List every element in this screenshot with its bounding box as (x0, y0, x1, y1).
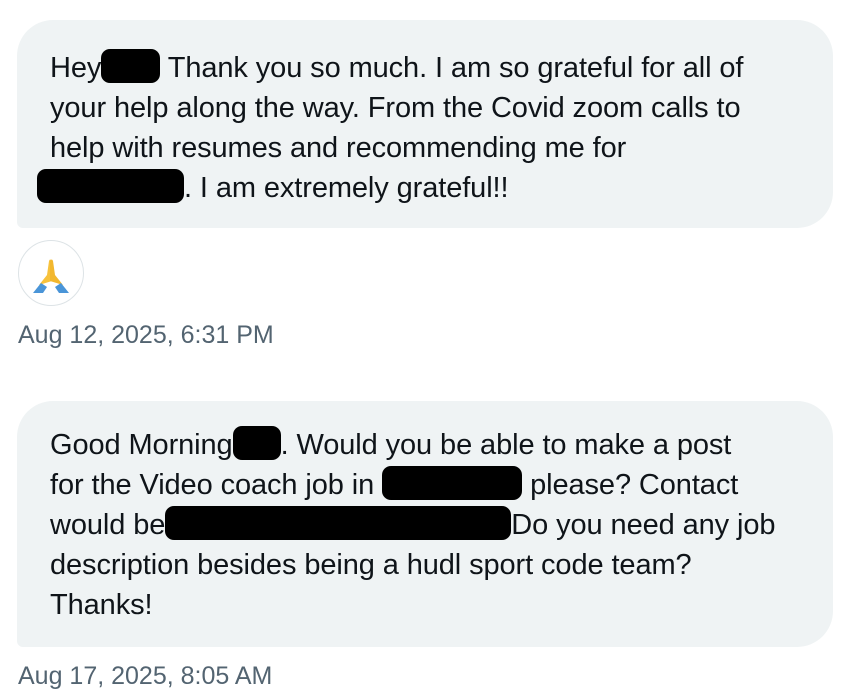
message-line: help with resumes and recommending me fo… (50, 132, 627, 164)
message-timestamp: Aug 12, 2025, 6:31 PM (18, 321, 274, 349)
message-bubble[interactable]: Good Morning . Would you be able to make … (17, 401, 833, 647)
message-line: for the Video coach job in please? Conta… (50, 465, 738, 505)
message-text: Hey (50, 52, 102, 84)
message-text: . Would you be able to make a post (280, 429, 732, 461)
reaction-badge[interactable] (18, 240, 84, 306)
message-text: please? Contact (530, 469, 739, 501)
message-bubble[interactable]: Hey Thank you so much. I am so grateful … (17, 20, 833, 228)
message-text: Good Morning (50, 429, 233, 461)
redaction-block (232, 426, 281, 460)
message-text: for the Video coach job in (50, 469, 375, 501)
message-text: Do you need any job (511, 509, 776, 541)
redaction-block (101, 49, 161, 83)
folded-hands-emoji-icon (33, 259, 69, 293)
redaction-block (37, 169, 184, 203)
message-line: description besides being a hudl sport c… (50, 549, 692, 581)
message-text: . I am extremely grateful!! (184, 172, 509, 204)
message-line: Good Morning . Would you be able to make … (50, 425, 731, 465)
message-text: Thank you so much. I am so grateful for … (160, 52, 744, 84)
message-line: would be Do you need any job (50, 505, 776, 545)
redaction-block (382, 466, 523, 500)
message-timestamp: Aug 17, 2025, 8:05 AM (18, 662, 273, 690)
message-line: Thanks! (50, 589, 153, 621)
message-line: your help along the way. From the Covid … (50, 92, 741, 124)
redaction-block (165, 506, 512, 540)
message-text: would be (50, 509, 166, 541)
message-line: Hey Thank you so much. I am so grateful … (50, 48, 743, 88)
message-line: . I am extremely grateful!! (37, 168, 509, 208)
